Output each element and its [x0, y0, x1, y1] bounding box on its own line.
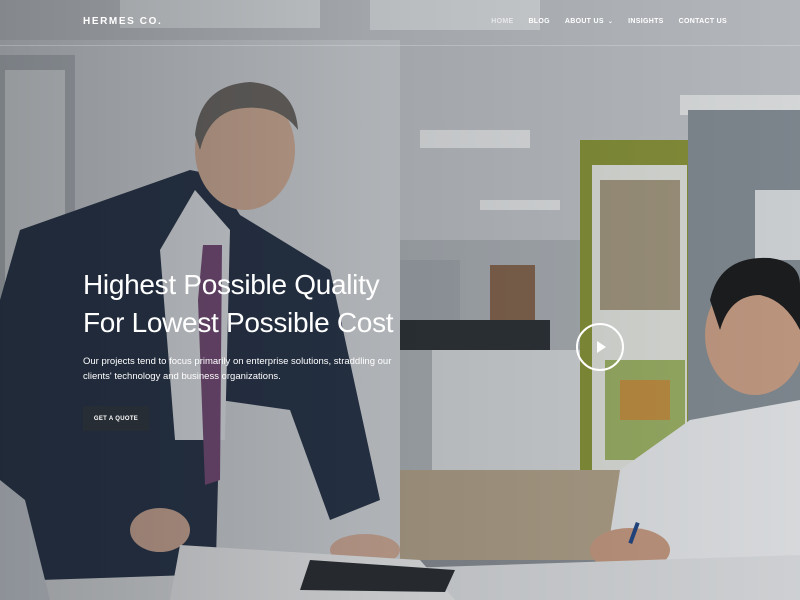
- nav-item-insights[interactable]: INSIGHTS: [628, 18, 663, 25]
- site-header: HERMES CO. HOME BLOG ABOUT US ⌄ INSIGHTS …: [0, 0, 800, 46]
- nav-item-label: ABOUT US: [564, 18, 604, 25]
- nav-item-about-us[interactable]: ABOUT US ⌄: [565, 18, 613, 25]
- nav-item-label: HOME: [491, 18, 514, 25]
- nav-item-home[interactable]: HOME: [491, 18, 513, 25]
- hero-section: HERMES CO. HOME BLOG ABOUT US ⌄ INSIGHTS …: [0, 0, 800, 600]
- nav-item-label: BLOG: [528, 18, 550, 25]
- nav-item-label: CONTACT US: [678, 18, 727, 25]
- nav-item-contact-us[interactable]: CONTACT US: [679, 18, 727, 25]
- nav-item-blog[interactable]: BLOG: [528, 18, 549, 25]
- hero-headline: Highest Possible Quality For Lowest Poss…: [83, 266, 394, 342]
- hero-headline-line-2: For Lowest Possible Cost: [83, 307, 394, 338]
- main-navigation: HOME BLOG ABOUT US ⌄ INSIGHTS CONTACT US: [491, 18, 727, 25]
- chevron-down-icon: ⌄: [607, 19, 614, 25]
- play-video-button[interactable]: [576, 323, 624, 371]
- site-logo[interactable]: HERMES CO.: [83, 16, 162, 27]
- nav-item-label: INSIGHTS: [628, 18, 664, 25]
- get-a-quote-button[interactable]: GET A QUOTE: [83, 406, 149, 431]
- hero-headline-line-1: Highest Possible Quality: [83, 269, 380, 300]
- play-icon: [597, 341, 606, 353]
- hero-description: Our projects tend to focus primarily on …: [83, 356, 392, 382]
